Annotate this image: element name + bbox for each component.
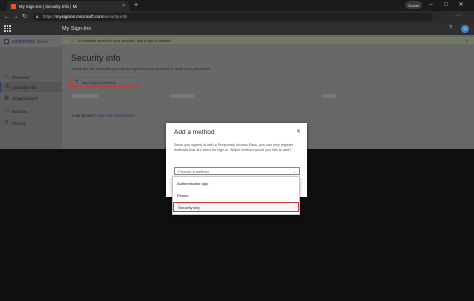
notice-text: To maintain access to your account, add … <box>77 38 172 43</box>
app-launcher-icon[interactable] <box>4 25 11 32</box>
brand: CONTOSO demo <box>0 35 62 47</box>
dialog-description: Since you signed in with a Temporary Acc… <box>174 143 294 153</box>
brand-name: CONTOSO <box>12 38 35 44</box>
sign-out-everywhere-link[interactable]: Sign out everywhere <box>97 113 135 118</box>
browser-tab[interactable]: My Sign-Ins | Security Info | Mi × <box>7 1 129 11</box>
new-tab-icon[interactable]: + <box>134 1 138 10</box>
maximize-icon[interactable]: □ <box>440 0 452 10</box>
option-authenticator-app[interactable]: Authenticator app <box>173 178 299 188</box>
tab-title: My Sign-Ins | Security Info | Mi <box>19 3 78 9</box>
header-title: My Sign-Ins <box>62 26 92 32</box>
sidebar-item-privacy[interactable]: ⚲ Privacy <box>0 118 62 128</box>
sidebar: CONTOSO demo ⚇ Overview ⚿ Security info … <box>0 35 62 149</box>
url-prefix: https:// <box>43 14 56 19</box>
method-row-placeholder <box>72 94 98 98</box>
devices-icon: ▭ <box>4 108 9 114</box>
organizations-icon: ▦ <box>4 95 9 101</box>
sidebar-item-label: Devices <box>12 108 27 114</box>
profile-button[interactable]: Guest <box>405 1 422 9</box>
back-icon[interactable]: ← <box>4 12 10 22</box>
sidebar-item-label: Privacy <box>12 120 26 126</box>
address-bar-row: ← → ↻ 🔒︎ https://mysignins.microsoft.com… <box>0 11 474 23</box>
brand-suffix: demo <box>36 38 48 44</box>
microsoft-favicon-icon <box>11 3 16 9</box>
app-header: My Sign-Ins ? O <box>0 23 474 35</box>
lock-icon: ⚲ <box>4 120 9 126</box>
lock-icon: 🔒︎ <box>36 14 39 19</box>
notice-close-icon[interactable]: × <box>465 37 468 44</box>
sidebar-item-devices[interactable]: ▭ Devices <box>0 106 62 116</box>
browser-tabbar: My Sign-Ins | Security Info | Mi × + Gue… <box>0 0 474 11</box>
sidebar-item-label: Security info <box>13 84 37 90</box>
url-path: /security-info <box>102 14 128 19</box>
add-method-label: Add sign-in method <box>81 79 116 85</box>
method-row-placeholder <box>322 94 336 98</box>
security-info-icon: ⚿ <box>5 84 10 90</box>
refresh-icon[interactable]: ↻ <box>22 12 27 22</box>
sidebar-item-security-info[interactable]: ⚿ Security info <box>0 82 62 92</box>
forward-icon[interactable]: → <box>13 12 19 22</box>
minimize-icon[interactable]: – <box>425 0 437 10</box>
tab-close-icon[interactable]: × <box>122 3 125 9</box>
close-icon[interactable]: ✕ <box>296 128 301 135</box>
help-icon[interactable]: ? <box>449 25 452 31</box>
sidebar-item-organizations[interactable]: ▦ Organizations <box>0 93 62 103</box>
lost-device-line: Lost device? Sign out everywhere <box>72 113 135 118</box>
sidebar-item-label: Overview <box>12 74 30 80</box>
chevron-down-icon: ⌄ <box>292 168 296 174</box>
sidebar-item-overview[interactable]: ⚇ Overview <box>0 72 62 82</box>
sidebar-item-label: Organizations <box>12 95 38 101</box>
lost-device-text: Lost device? <box>72 113 96 118</box>
dialog-title: Add a method <box>174 129 215 136</box>
method-dropdown-list: Authenticator app Phone Security key <box>172 176 300 215</box>
plus-icon: + <box>75 79 79 85</box>
avatar[interactable]: O <box>461 25 469 33</box>
info-icon: ⓘ <box>70 37 74 43</box>
option-phone[interactable]: Phone <box>173 190 299 200</box>
page-title: Security info <box>71 53 121 63</box>
person-icon: ⚇ <box>4 74 9 80</box>
method-row-placeholder <box>170 94 194 98</box>
option-security-key[interactable]: Security key <box>173 202 299 212</box>
method-select[interactable]: Choose a method ⌄ <box>174 167 300 175</box>
select-value: Choose a method <box>178 168 209 174</box>
window-close-icon[interactable]: ✕ <box>455 0 467 10</box>
contoso-logo-icon <box>4 38 9 44</box>
notice-banner: ⓘ To maintain access to your account, ad… <box>62 37 474 44</box>
add-sign-in-method-button[interactable]: + Add sign-in method <box>70 77 138 87</box>
more-options-icon[interactable]: ⋯ <box>455 12 461 19</box>
url-host: mysignins.microsoft.com <box>55 14 103 19</box>
url-input[interactable]: 🔒︎ https://mysignins.microsoft.com/secur… <box>33 13 433 21</box>
page-description: These are the methods you use to sign in… <box>71 66 211 71</box>
